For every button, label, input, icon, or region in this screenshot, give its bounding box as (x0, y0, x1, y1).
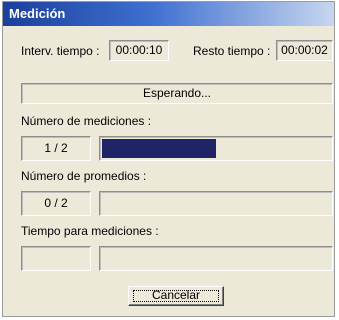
measurements-progress-fill (102, 139, 216, 158)
window-title: Medición (9, 6, 66, 21)
cancel-button-label: Cancelar (151, 288, 201, 302)
remaining-time-label: Resto tiempo : (193, 44, 271, 58)
interval-time-value: 00:00:10 (109, 40, 169, 61)
measurements-progress-bar (99, 136, 333, 161)
remaining-time-value: 00:00:02 (276, 40, 333, 61)
measurements-label: Número de mediciones : (21, 114, 152, 128)
interval-time-label: Interv. tiempo : (21, 44, 100, 58)
measurement-time-progress-bar (99, 246, 333, 271)
averages-progress-bar (99, 191, 333, 216)
measurements-count: 1 / 2 (21, 136, 91, 161)
averages-count: 0 / 2 (21, 191, 91, 216)
averages-label: Número de promedios : (21, 169, 147, 183)
measurement-time-value (21, 246, 91, 271)
title-bar[interactable]: Medición (3, 2, 334, 26)
status-field: Esperando... (21, 83, 333, 104)
cancel-button[interactable]: Cancelar (128, 286, 224, 306)
measurement-time-label: Tiempo para mediciones : (21, 224, 159, 238)
measurement-dialog: Medición Interv. tiempo : 00:00:10 Resto… (2, 1, 335, 317)
